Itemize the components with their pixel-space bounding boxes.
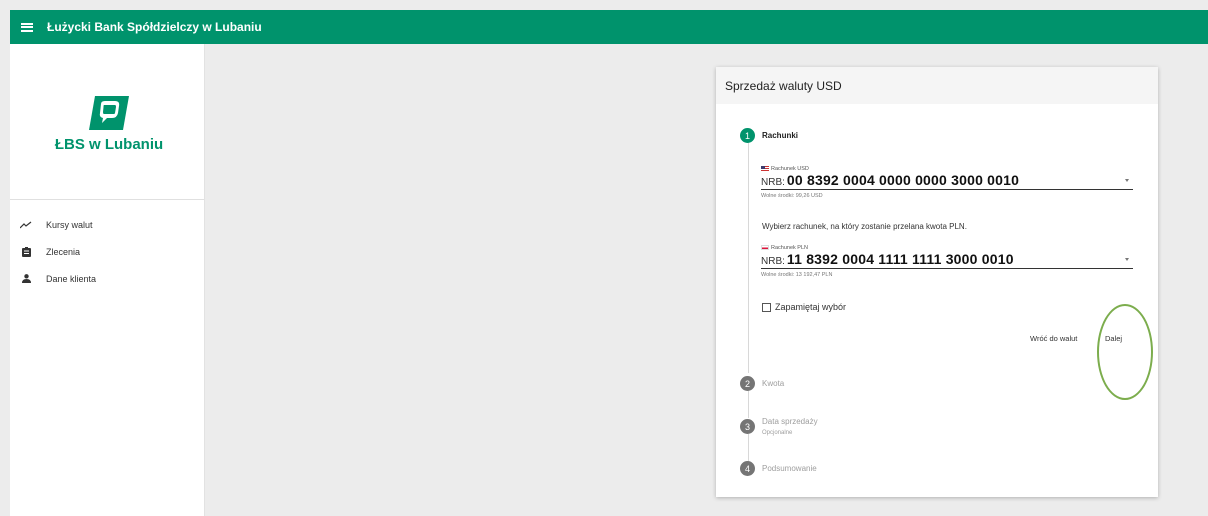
pln-account-value[interactable]: NRB: 11 8392 0004 1111 1111 3000 0010 [761,251,1133,269]
nrb-prefix: NRB: [761,256,785,267]
sidebar-item-label: Zlecenia [46,246,81,257]
logo-text: ŁBS w Lubaniu [54,136,164,153]
step-1-number: 1 [740,128,755,143]
usd-account-label: Rachunek USD [761,165,1133,172]
bank-logo: ŁBS w Lubaniu [54,96,164,153]
sidebar-item-label: Dane klienta [46,273,97,284]
step-2-label[interactable]: Kwota [762,379,784,388]
sidebar-item-zlecenia[interactable]: Zlecenia [20,238,96,265]
card-title: Sprzedaż waluty USD [716,67,1158,104]
step-4-number: 4 [740,461,755,476]
usd-account-select[interactable]: Rachunek USD NRB: 00 8392 0004 0000 0000… [761,165,1133,199]
sidebar-nav: Kursy walut Zlecenia Dane klienta [20,211,96,292]
pln-account-label: Rachunek PLN [761,244,1133,251]
sidebar-divider [10,199,204,200]
next-button[interactable]: Dalej [1105,334,1122,343]
checkbox-box[interactable] [762,302,771,312]
logo-icon [89,96,129,130]
bank-title: Łużycki Bank Spółdzielczy w Lubaniu [47,20,262,34]
dropdown-arrow-icon[interactable] [1125,258,1129,261]
sell-currency-card: Sprzedaż waluty USD 1 Rachunki Rachunek … [716,67,1158,497]
person-icon [20,273,32,285]
stepper-line-2 [748,389,749,418]
step-3-number: 3 [740,419,755,434]
sidebar-item-label: Kursy walut [46,219,93,230]
step-3-label[interactable]: Data sprzedaży [762,417,818,426]
step-3-sublabel: Opcjonalne [762,430,793,436]
us-flag-icon [761,166,769,171]
stepper-line-3 [748,434,749,464]
step-1-label[interactable]: Rachunki [762,131,798,140]
trend-chart-icon [20,219,32,231]
top-bar: Łużycki Bank Spółdzielczy w Lubaniu [10,10,1208,44]
pln-account-label-text: Rachunek PLN [771,244,808,251]
sidebar-item-kursy-walut[interactable]: Kursy walut [20,211,96,238]
clipboard-icon [20,246,32,258]
pln-account-instruction: Wybierz rachunek, na który zostanie prze… [762,222,967,231]
step-4-label[interactable]: Podsumowanie [762,464,817,473]
usd-account-label-text: Rachunek USD [771,165,809,172]
sidebar-item-dane-klienta[interactable]: Dane klienta [20,265,96,292]
usd-account-value[interactable]: NRB: 00 8392 0004 0000 0000 3000 0010 [761,172,1133,190]
back-to-currencies-button[interactable]: Wróć do walut [1030,334,1077,343]
usd-account-number: 00 8392 0004 0000 0000 3000 0010 [786,172,1020,188]
pln-available-funds: Wolne środki: 13 192,47 PLN [761,272,833,278]
dropdown-arrow-icon[interactable] [1125,179,1129,182]
step-2-number: 2 [740,376,755,391]
pln-account-select[interactable]: Rachunek PLN NRB: 11 8392 0004 1111 1111… [761,244,1133,278]
hamburger-menu-icon[interactable] [21,22,33,32]
nrb-prefix: NRB: [761,177,785,188]
pl-flag-icon [761,245,769,250]
sidebar: ŁBS w Lubaniu Kursy walut Zlecenia Dane … [10,44,205,516]
remember-choice-label: Zapamiętaj wybór [775,302,847,312]
remember-choice-checkbox[interactable]: Zapamiętaj wybór [762,302,846,312]
pln-account-number: 11 8392 0004 1111 1111 3000 0010 [786,251,1014,267]
usd-available-funds: Wolne środki: 99,26 USD [761,193,823,199]
stepper-line-1 [748,141,749,373]
